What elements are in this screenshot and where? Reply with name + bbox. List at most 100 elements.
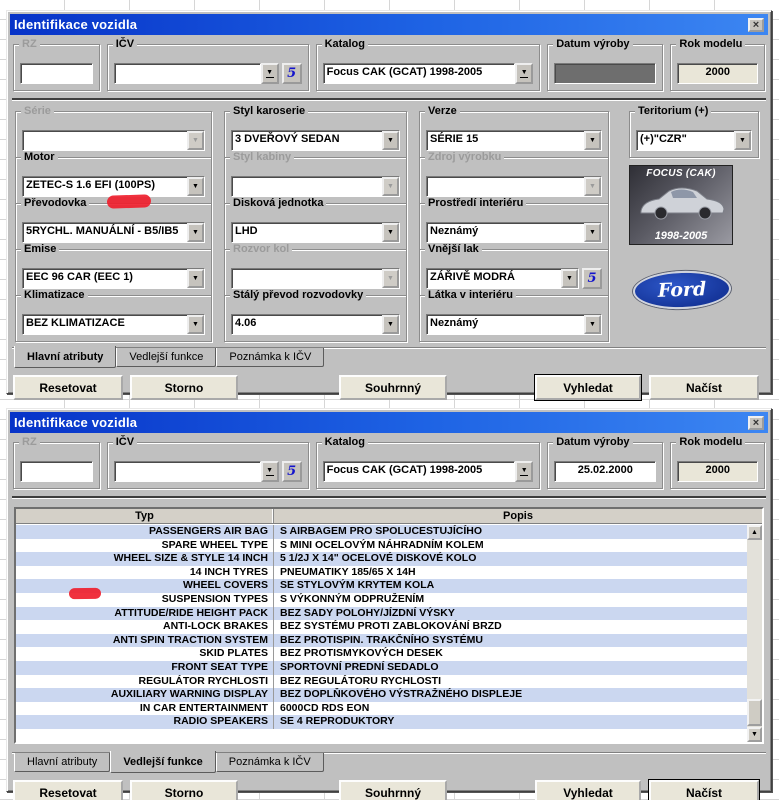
vnejsi-lak-undo-button[interactable]: 5 <box>582 268 602 289</box>
nacist-button[interactable]: Načíst <box>649 375 759 400</box>
group-icv: IČV ▼ 5 <box>107 442 309 489</box>
table-row[interactable]: ANTI-LOCK BRAKES BEZ SYSTÉMU PROTI ZABLO… <box>16 620 747 634</box>
klimatizace-combobox[interactable]: BEZ KLIMATIZACE▼ <box>22 314 205 335</box>
combo-arrow-icon[interactable]: ▼ <box>187 131 204 150</box>
button-row: Resetovat Storno Souhrnný Vyhledat Načís… <box>13 780 765 800</box>
title-bar[interactable]: Identifikace vozidla × <box>10 14 768 35</box>
tab-poznamka-k-icv[interactable]: Poznámka k IČV <box>216 348 324 367</box>
katalog-combobox[interactable]: Focus CAK (GCAT) 1998-2005 <box>323 461 516 482</box>
combo-arrow-icon[interactable]: ▼ <box>187 177 204 196</box>
table-row[interactable]: WHEEL COVERS SE STYLOVÝM KRYTEM KOLA <box>16 579 747 593</box>
teritorium-combobox[interactable]: (+)"CZR"▼ <box>636 130 752 151</box>
icv-dropdown-button[interactable]: ▼ <box>261 461 279 482</box>
column-header-popis[interactable]: Popis <box>274 509 762 523</box>
icv-combobox[interactable] <box>114 63 261 84</box>
tab-poznamka-k-icv[interactable]: Poznámka k IČV <box>216 753 324 772</box>
latka-v-interieru-combobox[interactable]: Neznámý▼ <box>426 314 602 335</box>
combo-arrow-icon[interactable]: ▼ <box>382 131 399 150</box>
souhrnny-button[interactable]: Souhrnný <box>339 375 447 400</box>
column-header-typ[interactable]: Typ <box>16 509 274 523</box>
combo-arrow-icon[interactable]: ▼ <box>187 269 204 288</box>
vertical-scrollbar[interactable]: ▲ ▼ <box>747 525 762 742</box>
katalog-combobox[interactable]: Focus CAK (GCAT) 1998-2005 <box>323 63 516 84</box>
table-row[interactable]: WHEEL SIZE & STYLE 14 INCH 5 1/2J X 14" … <box>16 552 747 566</box>
table-row[interactable]: PASSENGERS AIR BAG S AIRBAGEM PRO SPOLUC… <box>16 525 747 539</box>
vnejsi-lak-combobox[interactable]: ZÁŘIVĚ MODRÁ▼ <box>426 268 579 289</box>
title-bar[interactable]: Identifikace vozidla × <box>10 412 768 433</box>
zdroj-vyrobku-combobox[interactable]: ▼ <box>426 176 602 197</box>
table-row[interactable]: SUSPENSION TYPES S VÝKONNÝM ODPRUŽENÍM <box>16 593 747 607</box>
rok-modelu-field: 2000 <box>677 461 758 482</box>
combo-arrow-icon[interactable]: ▼ <box>382 177 399 196</box>
storno-button[interactable]: Storno <box>130 780 238 800</box>
vyhledat-button[interactable]: Vyhledat <box>535 780 641 800</box>
combo-arrow-icon[interactable]: ▼ <box>584 315 601 334</box>
prevodovka-combobox[interactable]: 5RYCHL. MANUÁLNÍ - B5/IB5▼ <box>22 222 205 243</box>
table-row[interactable]: ATTITUDE/RIDE HEIGHT PACK BEZ SADY POLOH… <box>16 607 747 621</box>
tab-vedlejsi-funkce[interactable]: Vedlejší funkce <box>116 348 216 367</box>
verze-combobox[interactable]: SÉRIE 15▼ <box>426 130 602 151</box>
table-row[interactable]: REGULÁTOR RYCHLOSTI BEZ REGULÁTORU RYCHL… <box>16 675 747 689</box>
styl-karoserie-combobox[interactable]: 3 DVEŘOVÝ SEDAN▼ <box>231 130 400 151</box>
tab-hlavni-atributy[interactable]: Hlavní atributy <box>14 753 110 772</box>
emise-combobox[interactable]: EEC 96 CAR (EEC 1)▼ <box>22 268 205 289</box>
group-label-datum-vyroby: Datum výroby <box>553 38 632 51</box>
rz-input[interactable] <box>20 461 93 482</box>
katalog-dropdown-button[interactable]: ▼ <box>515 461 533 482</box>
rz-input[interactable] <box>20 63 93 84</box>
resetovat-button[interactable]: Resetovat <box>13 780 123 800</box>
table-cell-popis: S VÝKONNÝM ODPRUŽENÍM <box>274 593 747 607</box>
serie-combobox[interactable]: ▼ <box>22 130 205 151</box>
storno-button[interactable]: Storno <box>130 375 238 400</box>
table-row[interactable]: AUXILIARY WARNING DISPLAY BEZ DOPLŇKOVÉH… <box>16 688 747 702</box>
table-row[interactable]: RADIO SPEAKERS SE 4 REPRODUKTORY <box>16 715 747 729</box>
icv-dropdown-button[interactable]: ▼ <box>261 63 279 84</box>
table-row[interactable]: SPARE WHEEL TYPE S MINI OCELOVÝM NÁHRADN… <box>16 539 747 553</box>
close-button[interactable]: × <box>748 18 764 32</box>
vehicle-photo-title: FOCUS (CAK) <box>630 168 732 179</box>
prostredi-interieru-combobox[interactable]: Neznámý▼ <box>426 222 602 243</box>
scroll-down-button[interactable]: ▼ <box>747 727 762 742</box>
rozvor-kol-value <box>232 269 382 288</box>
combo-arrow-icon[interactable]: ▼ <box>734 131 751 150</box>
combo-arrow-icon[interactable]: ▼ <box>382 269 399 288</box>
combo-arrow-icon[interactable]: ▼ <box>187 223 204 242</box>
staly-prevod-combobox[interactable]: 4.06▼ <box>231 314 400 335</box>
combo-arrow-icon[interactable]: ▼ <box>382 315 399 334</box>
window-identifikace-vozidla-1: Identifikace vozidla × RZ IČV ▼ 5 Katalo… <box>6 10 772 394</box>
close-button[interactable]: × <box>748 416 764 430</box>
combo-arrow-icon[interactable]: ▼ <box>561 269 578 288</box>
scroll-up-button[interactable]: ▲ <box>747 525 762 540</box>
scrollbar-thumb[interactable] <box>747 699 762 726</box>
table-row[interactable]: ANTI SPIN TRACTION SYSTEM BEZ PROTISPIN.… <box>16 634 747 648</box>
rozvor-kol-combobox[interactable]: ▼ <box>231 268 400 289</box>
table-row[interactable]: FRONT SEAT TYPE SPORTOVNÍ PREDNÍ SEDADLO <box>16 661 747 675</box>
table-row[interactable]: IN CAR ENTERTAINMENT 6000CD RDS EON <box>16 702 747 716</box>
table-row[interactable]: SKID PLATES BEZ PROTISMYKOVÝCH DESEK <box>16 647 747 661</box>
combo-arrow-icon[interactable]: ▼ <box>187 315 204 334</box>
prostredi-interieru-value: Neznámý <box>427 223 584 242</box>
dropdown-icon: ▼ <box>521 69 528 76</box>
combo-arrow-icon[interactable]: ▼ <box>584 177 601 196</box>
table-cell-popis: BEZ REGULÁTORU RYCHLOSTI <box>274 675 747 689</box>
combo-arrow-icon[interactable]: ▼ <box>584 131 601 150</box>
nacist-button[interactable]: Načíst <box>649 780 759 800</box>
motor-combobox[interactable]: ZETEC-S 1.6 EFI (100PS)▼ <box>22 176 205 197</box>
table-row[interactable]: 14 INCH TYRES PNEUMATIKY 185/65 X 14H <box>16 566 747 580</box>
katalog-dropdown-button[interactable]: ▼ <box>515 63 533 84</box>
combo-arrow-icon[interactable]: ▼ <box>382 223 399 242</box>
vyhledat-button[interactable]: Vyhledat <box>535 375 641 400</box>
diskova-jednotka-combobox[interactable]: LHD▼ <box>231 222 400 243</box>
combo-arrow-icon[interactable]: ▼ <box>584 223 601 242</box>
latka-v-interieru-value: Neznámý <box>427 315 584 334</box>
icv-undo-button[interactable]: 5 <box>282 461 302 482</box>
tab-hlavni-atributy[interactable]: Hlavní atributy <box>14 346 116 368</box>
ford-logo: Ford <box>632 269 731 310</box>
souhrnny-button[interactable]: Souhrnný <box>339 780 447 800</box>
icv-combobox[interactable] <box>114 461 261 482</box>
styl-kabiny-combobox[interactable]: ▼ <box>231 176 400 197</box>
close-icon: × <box>753 20 760 30</box>
resetovat-button[interactable]: Resetovat <box>13 375 123 400</box>
icv-undo-button[interactable]: 5 <box>282 63 302 84</box>
tab-vedlejsi-funkce[interactable]: Vedlejší funkce <box>110 751 215 773</box>
